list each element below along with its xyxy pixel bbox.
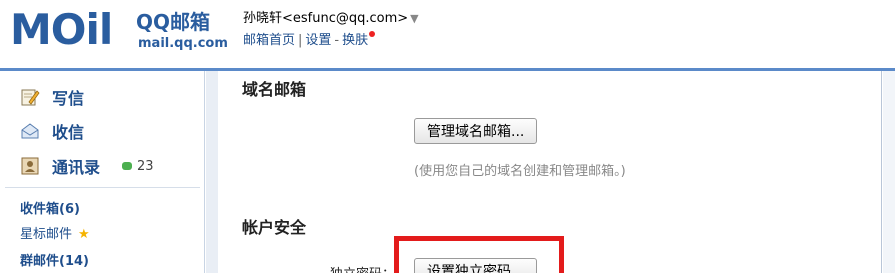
link-mail-home[interactable]: 邮箱首页	[243, 33, 295, 48]
sidebar-gutter	[206, 71, 218, 273]
link-separator: |	[298, 33, 303, 48]
folder-group-mail[interactable]: 群邮件(14)	[20, 253, 89, 271]
sidebar-item-label: 收信	[52, 123, 85, 142]
highlight-box	[394, 236, 564, 273]
user-account[interactable]: 孙晓轩<esfunc@qq.com> ▼	[243, 10, 419, 28]
header: MOil QQ邮箱 mail.qq.com 孙晓轩<esfunc@qq.com>…	[0, 0, 895, 71]
star-icon: ★	[78, 227, 90, 242]
notification-dot-icon	[369, 31, 376, 37]
folder-inbox[interactable]: 收件箱(6)	[20, 201, 80, 219]
section-title-domain-mail: 域名邮箱	[242, 80, 307, 99]
sidebar-item-label: 写信	[52, 89, 85, 108]
inbox-icon	[20, 121, 40, 141]
contacts-count-badge: 23	[122, 159, 154, 174]
link-separator: -	[334, 33, 340, 48]
logo-product-name: QQ邮箱	[136, 10, 211, 34]
section-title-account-security: 帐户安全	[242, 218, 307, 237]
sidebar-item-compose[interactable]: 写信	[20, 85, 84, 109]
qq-mail-logo[interactable]: MOil QQ邮箱 mail.qq.com	[10, 5, 228, 54]
contacts-icon	[20, 156, 40, 176]
link-settings[interactable]: 设置	[305, 33, 331, 48]
pencil-icon	[20, 87, 40, 107]
sidebar-item-label: 通讯录	[52, 158, 101, 177]
user-block: 孙晓轩<esfunc@qq.com> ▼ 邮箱首页 | 设置 - 换肤	[243, 10, 419, 50]
right-edge	[883, 71, 895, 273]
sidebar-divider	[5, 187, 200, 188]
manage-domain-mail-button[interactable]: 管理域名邮箱...	[414, 118, 538, 144]
folder-starred[interactable]: 星标邮件 ★	[20, 226, 90, 244]
sidebar-item-contacts[interactable]: 通讯录 23	[20, 154, 154, 178]
folder-label: 星标邮件	[20, 227, 73, 242]
user-display-name[interactable]: 孙晓轩<esfunc@qq.com>	[243, 11, 408, 26]
sidebar-item-receive[interactable]: 收信	[20, 119, 84, 143]
logo-url: mail.qq.com	[138, 36, 228, 51]
header-links: 邮箱首页 | 设置 - 换肤	[243, 31, 419, 50]
independent-password-label: 独立密码：	[330, 263, 395, 273]
logo-mark: MOil	[10, 5, 113, 54]
sidebar: 写信 收信 通讯录 23 收件箱(6) 星标邮件 ★ 群邮件(14)	[0, 71, 205, 273]
chevron-down-icon[interactable]: ▼	[410, 12, 418, 25]
chat-bubble-icon	[122, 162, 133, 170]
contacts-count: 23	[137, 158, 154, 174]
settings-panel: 域名邮箱 管理域名邮箱... (使用您自己的域名创建和管理邮箱。) 帐户安全 独…	[218, 71, 882, 273]
link-change-skin[interactable]: 换肤	[342, 33, 368, 48]
domain-mail-hint: (使用您自己的域名创建和管理邮箱。)	[414, 164, 626, 179]
